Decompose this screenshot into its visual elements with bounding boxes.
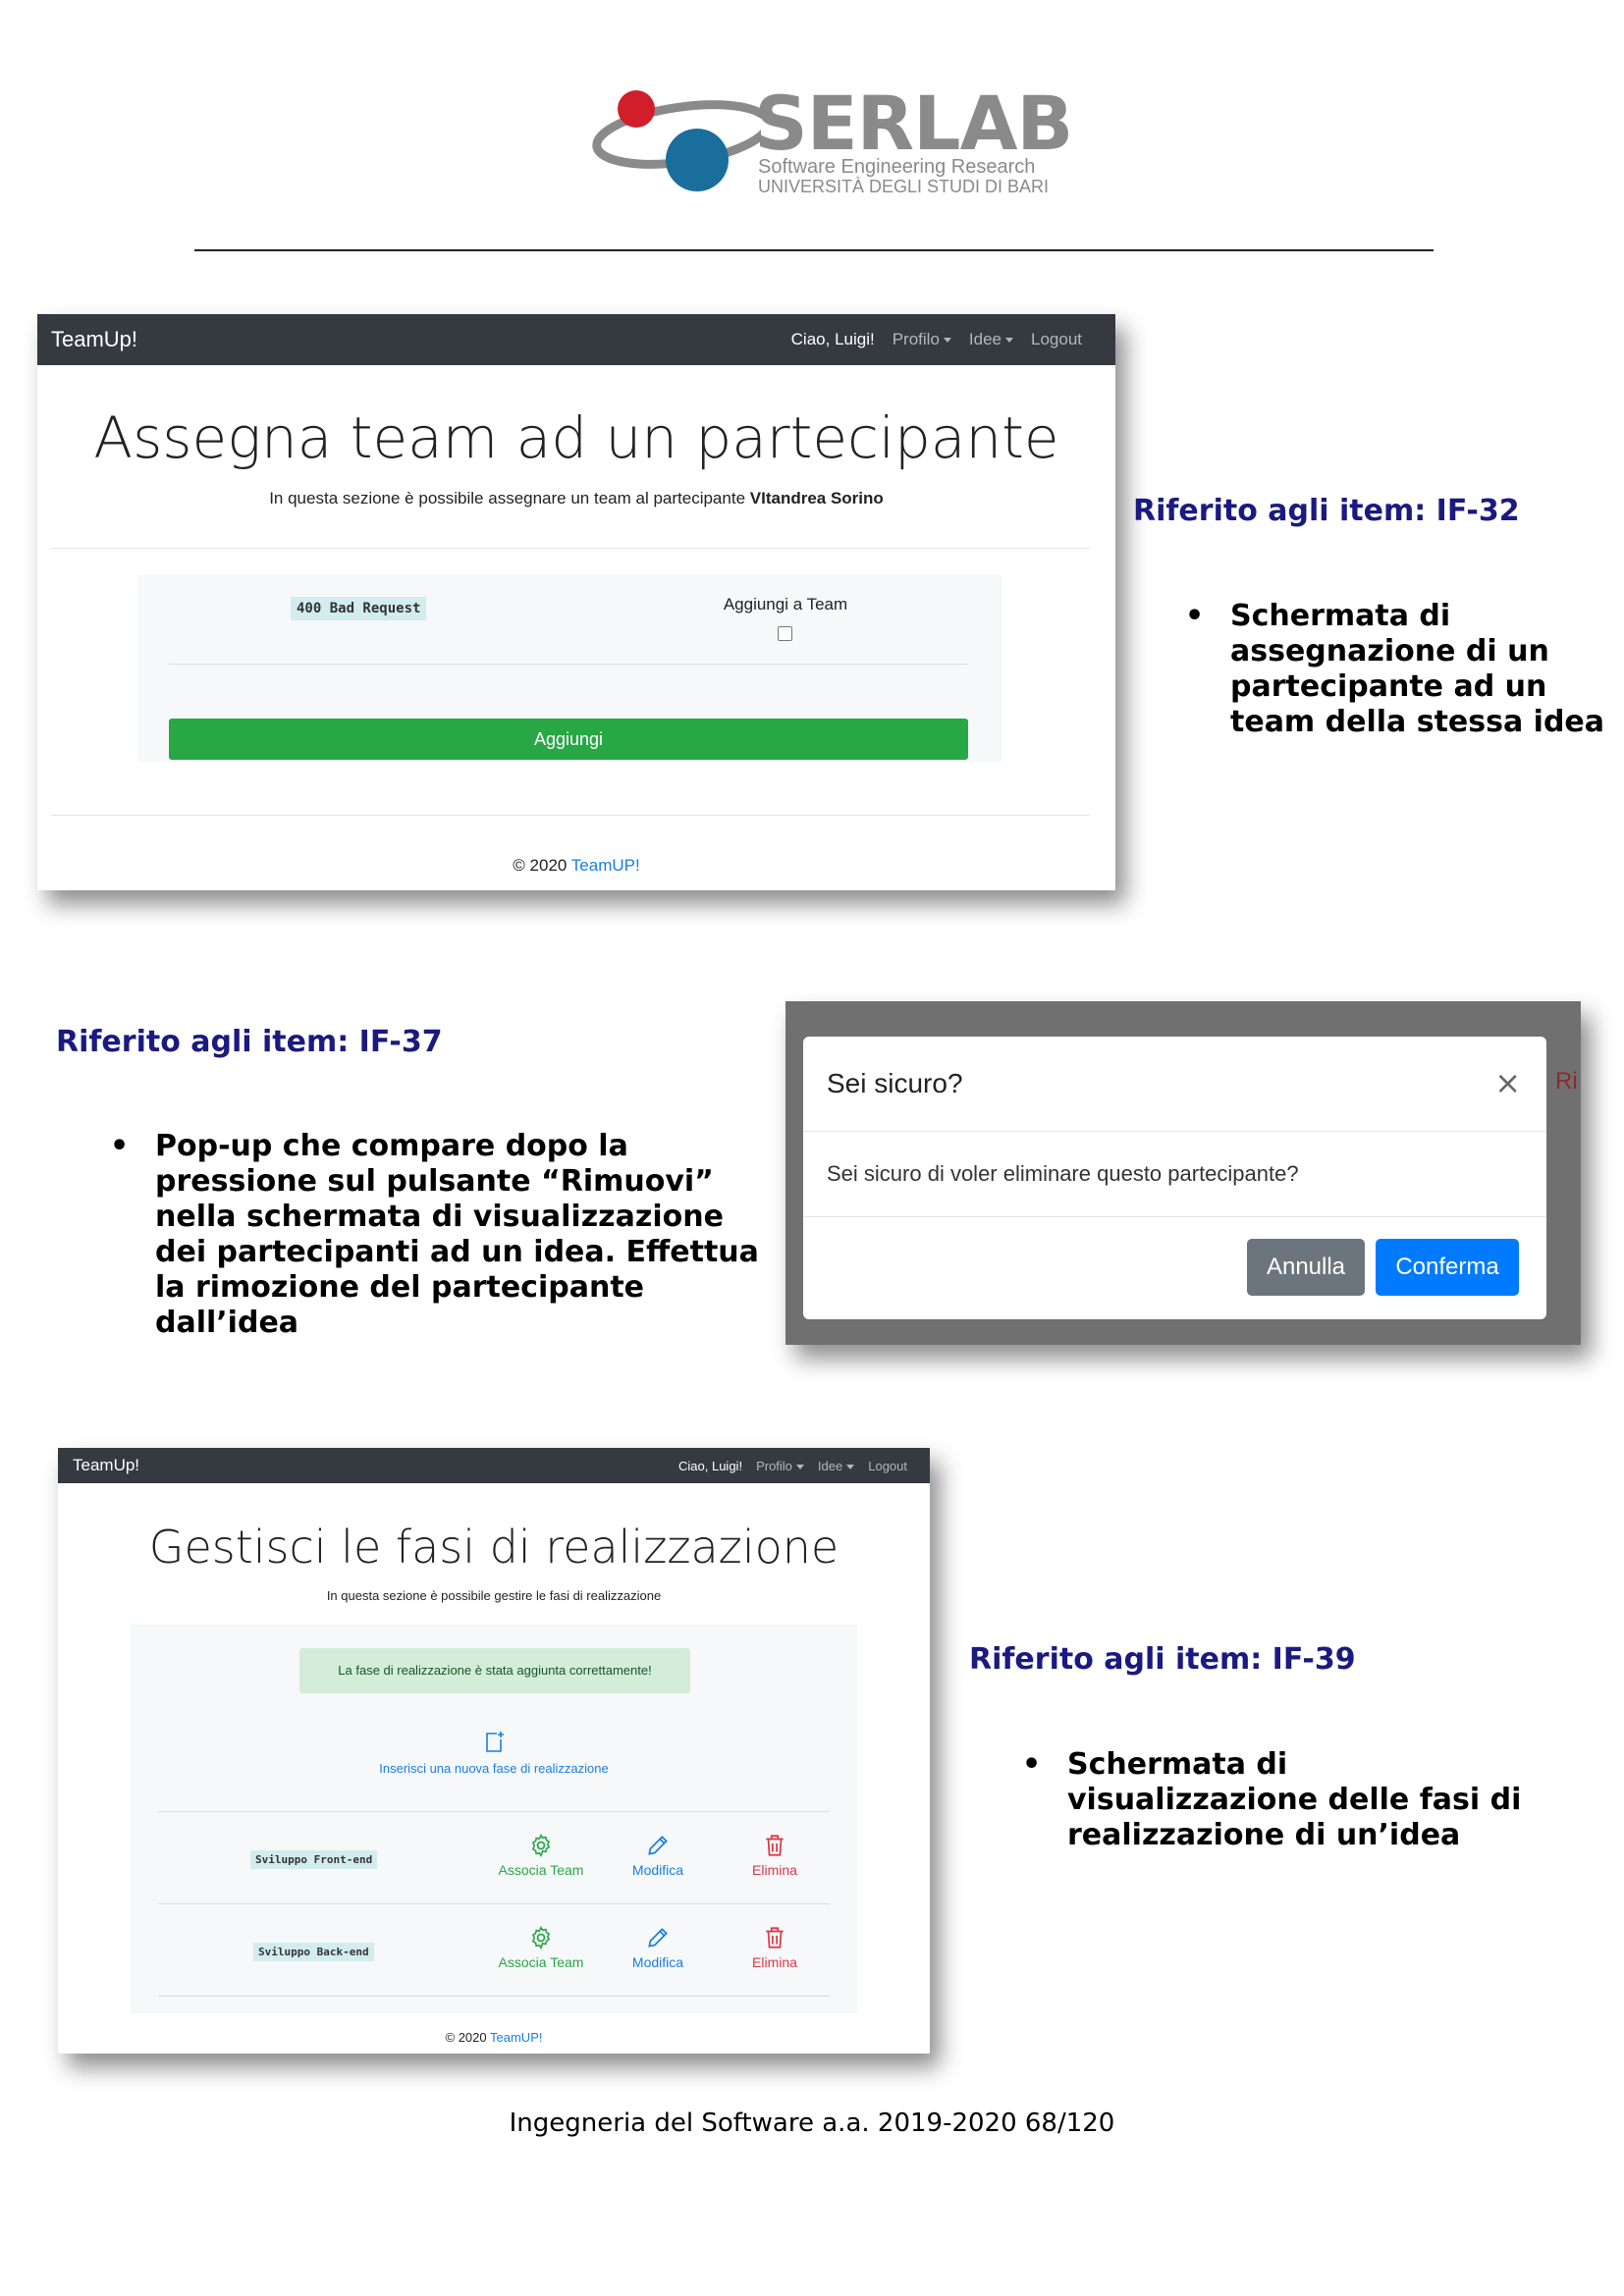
participant-name: VItandrea Sorino [749, 489, 884, 507]
logo-subtitle: Software Engineering Research [758, 156, 1036, 178]
footer-divider [51, 815, 1090, 816]
screenshot-phases: TeamUp! Ciao, Luigi! Profilo Idee Logout… [58, 1448, 930, 2054]
navbar-brand[interactable]: TeamUp! [51, 327, 137, 352]
associa-team-button[interactable]: Associa Team [492, 1925, 590, 1970]
chevron-down-icon [795, 1464, 804, 1469]
footer-link[interactable]: TeamUP! [490, 2030, 542, 2045]
divider [158, 1903, 830, 1904]
caption-bullet-if37: • Pop-up che compare dopo la pressione s… [110, 1129, 764, 1341]
navbar: TeamUp! Ciao, Luigi! Profilo Idee Logout [58, 1448, 930, 1483]
modifica-button[interactable]: Modifica [609, 1833, 707, 1878]
modifica-label: Modifica [631, 1862, 684, 1878]
pencil-icon [648, 1836, 668, 1855]
bullet-icon: • [110, 1129, 130, 1163]
header-divider [194, 249, 1434, 251]
associa-team-label: Associa Team [498, 1862, 584, 1878]
caption-ref-if39: Riferito agli item: IF-39 [969, 1642, 1356, 1677]
page-subtitle: In questa sezione è possibile assegnare … [37, 489, 1115, 508]
screenshot-confirm-modal: Ri Sei sicuro? × Sei sicuro di voler eli… [785, 1001, 1581, 1345]
chevron-down-icon [1005, 338, 1013, 344]
elimina-button[interactable]: Elimina [726, 1925, 824, 1970]
background-fragment: Ri [1555, 1068, 1578, 1095]
conferma-button[interactable]: Conferma [1376, 1239, 1519, 1296]
serlab-logo-mark [592, 90, 761, 191]
caption-ref-if32: Riferito agli item: IF-32 [1133, 494, 1520, 528]
add-document-icon [486, 1732, 504, 1752]
nav-idee-label: Idee [968, 330, 1001, 348]
add-to-team-checkbox[interactable] [778, 626, 792, 641]
nav-greeting: Ciao, Luigi! [790, 330, 875, 348]
footer-link[interactable]: TeamUP! [571, 856, 640, 875]
footer-copyright: © 2020 [513, 856, 568, 875]
nav-logout[interactable]: Logout [868, 1459, 907, 1473]
page-footer: Ingegneria del Software a.a. 2019-2020 6… [509, 2109, 1115, 2138]
bullet-icon: • [1022, 1747, 1042, 1782]
gear-icon [531, 1926, 551, 1950]
caption-bullet-if39: • Schermata di visualizzazione delle fas… [1022, 1747, 1539, 1853]
modifica-label: Modifica [631, 1954, 684, 1970]
elimina-label: Elimina [752, 1862, 797, 1878]
aggiungi-button[interactable]: Aggiungi [169, 719, 968, 760]
navbar-brand[interactable]: TeamUp! [73, 1456, 139, 1475]
add-to-team-label: Aggiungi a Team [723, 595, 848, 614]
add-phase-link[interactable]: Inserisci una nuova fase di realizzazion… [131, 1731, 857, 1777]
bullet-icon: • [1185, 599, 1205, 633]
modal-title: Sei sicuro? [827, 1068, 963, 1098]
caption-bullet-text: Schermata di visualizzazione delle fasi … [1067, 1747, 1522, 1852]
nav-idee-dropdown[interactable]: Idee [817, 1458, 855, 1473]
page-title: Assegna team ad un partecipante [93, 404, 1059, 471]
nav-profilo-dropdown[interactable]: Profilo [756, 1459, 804, 1473]
nav-greeting: Ciao, Luigi! [678, 1458, 743, 1473]
divider [158, 1996, 830, 1997]
nav-idee-label: Idee [817, 1458, 843, 1473]
gear-icon [531, 1834, 551, 1858]
page-title: Gestisci le fasi di realizzazione [148, 1521, 839, 1574]
caption-ref-if37: Riferito agli item: IF-37 [56, 1025, 443, 1059]
divider [158, 1811, 830, 1812]
modal-message: Sei sicuro di voler eliminare questo par… [827, 1161, 1299, 1186]
caption-bullet-if32: • Schermata di assegnazione di un partec… [1185, 599, 1618, 740]
confirm-modal: Sei sicuro? × Sei sicuro di voler elimin… [803, 1037, 1546, 1319]
nav-profilo-dropdown[interactable]: Profilo [893, 330, 951, 349]
form-panel: 400 Bad Request Aggiungi a Team Aggiungi [137, 575, 1001, 762]
elimina-label: Elimina [752, 1954, 797, 1970]
panel-divider [169, 664, 968, 665]
divider [51, 548, 1090, 549]
nav-profilo-label: Profilo [892, 330, 940, 348]
footer: © 2020 TeamUP! [58, 2030, 930, 2045]
caption-bullet-text: Pop-up che compare dopo la pressione sul… [155, 1129, 759, 1340]
nav-logout[interactable]: Logout [1031, 330, 1082, 349]
error-badge: 400 Bad Request [291, 597, 427, 620]
footer-copyright: © 2020 [445, 2030, 487, 2045]
success-alert: La fase di realizzazione è stata aggiunt… [299, 1648, 690, 1693]
serlab-logo: SERLAB Software Engineering Research UNI… [589, 80, 1073, 201]
chevron-down-icon [943, 338, 951, 344]
page-subtitle: In questa sezione è possibile gestire le… [326, 1588, 662, 1603]
associa-team-label: Associa Team [498, 1954, 584, 1970]
nav-profilo-label: Profilo [756, 1458, 792, 1473]
logo-university: UNIVERSITÀ DEGLI STUDI DI BARI [758, 177, 1050, 196]
navbar: TeamUp! Ciao, Luigi! Profilo Idee Logout [37, 314, 1115, 365]
pencil-icon [648, 1928, 668, 1948]
subtitle-text: In questa sezione è possibile assegnare … [269, 489, 746, 507]
annulla-button[interactable]: Annulla [1247, 1239, 1365, 1296]
footer: © 2020 TeamUP! [37, 856, 1115, 876]
screenshot-assign-team: TeamUp! Ciao, Luigi! Profilo Idee Logout… [37, 314, 1115, 890]
phases-panel: La fase di realizzazione è stata aggiunt… [131, 1625, 857, 2013]
close-icon[interactable]: × [1494, 1064, 1521, 1101]
trash-icon [766, 1927, 784, 1949]
caption-bullet-text: Schermata di assegnazione di un partecip… [1230, 599, 1605, 739]
associa-team-button[interactable]: Associa Team [492, 1833, 590, 1878]
elimina-button[interactable]: Elimina [726, 1833, 824, 1878]
phase-name-badge: Sviluppo Back-end [253, 1943, 374, 1961]
chevron-down-icon [846, 1464, 855, 1469]
phase-name-badge: Sviluppo Front-end [250, 1850, 378, 1869]
modifica-button[interactable]: Modifica [609, 1925, 707, 1970]
nav-idee-dropdown[interactable]: Idee [969, 330, 1013, 349]
add-phase-label: Inserisci una nuova fase di realizzazion… [379, 1761, 609, 1776]
modal-body: Sei sicuro di voler eliminare questo par… [803, 1132, 1546, 1217]
trash-icon [766, 1835, 784, 1856]
modal-header: Sei sicuro? × [803, 1037, 1546, 1132]
logo-wordmark: SERLAB [754, 80, 1073, 167]
